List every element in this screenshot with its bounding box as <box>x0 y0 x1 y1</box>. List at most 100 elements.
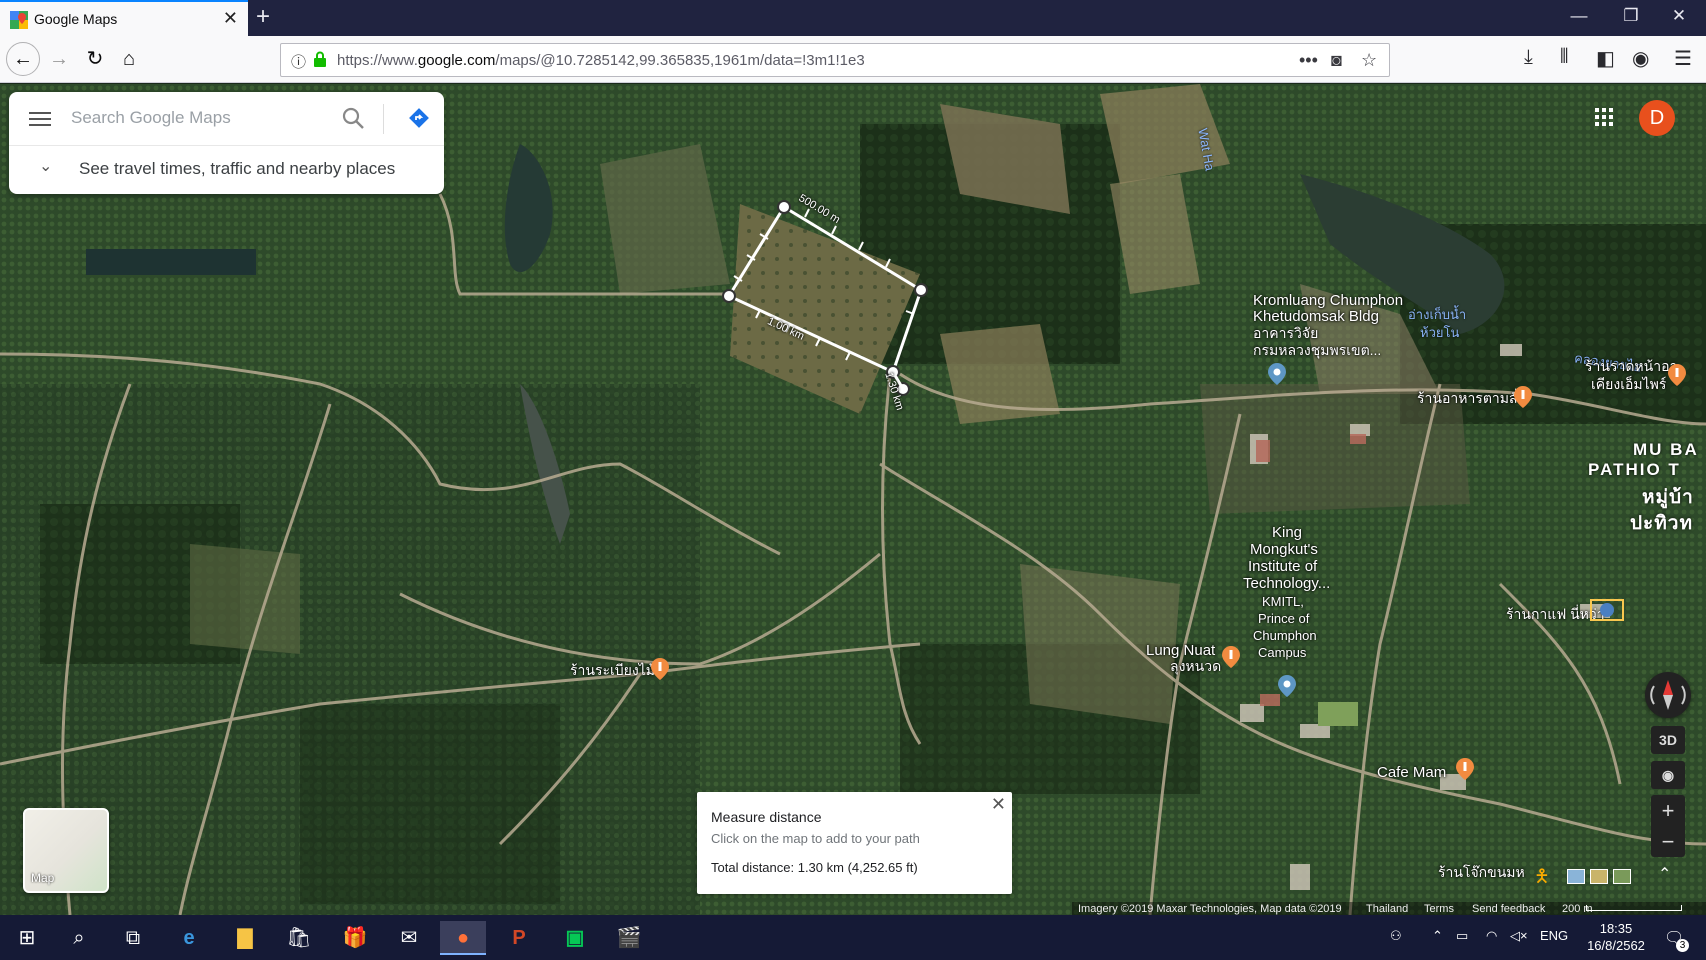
people-icon[interactable]: ⚇ <box>1390 928 1402 944</box>
windows-taskbar: ⊞ ⌕ ⧉ e ▇ 🛍 🎁 ✉ ● P ▣ 🎬 ⚇ ⌃ ▭ ◠ ◁× ENG 1… <box>0 915 1706 960</box>
terms-link[interactable]: Terms <box>1424 903 1454 915</box>
forward-button[interactable]: → <box>44 44 74 74</box>
store-icon[interactable]: 🛍 <box>276 921 322 955</box>
compass-icon <box>1650 680 1686 710</box>
imagery-credit: Imagery ©2019 Maxar Technologies, Map da… <box>1078 903 1342 915</box>
country-label: Thailand <box>1366 903 1409 915</box>
place-label-line: Campus <box>1258 645 1307 660</box>
window-close-icon[interactable]: ✕ <box>1656 6 1702 26</box>
total-distance: Total distance: 1.30 km (4,252.65 ft) <box>711 860 918 875</box>
travel-times-link[interactable]: See travel times, traffic and nearby pla… <box>79 159 395 179</box>
directions-icon[interactable] <box>407 106 431 130</box>
language-indicator[interactable]: ENG <box>1540 928 1568 943</box>
measure-card-title: Measure distance <box>711 809 822 825</box>
new-tab-button[interactable]: + <box>256 3 270 31</box>
expand-imagery-icon[interactable]: ⌃ <box>1658 864 1671 884</box>
search-input[interactable] <box>69 104 339 132</box>
location-target-icon: ◉ <box>1661 767 1675 783</box>
water-label-huai: ห้วยโน <box>1420 325 1460 340</box>
place-label-line: ร้านอาหารตามสั่ง <box>1417 390 1525 406</box>
page-actions-icon[interactable]: ••• <box>1299 50 1318 71</box>
bookmark-star-icon[interactable]: ☆ <box>1361 50 1377 71</box>
restaurant-pin-icon <box>1668 364 1686 386</box>
place-label-line: Prince of <box>1258 611 1310 626</box>
area-label-thai-2: ปะทิวท <box>1630 513 1693 534</box>
url-text: https://www.google.com/maps/@10.7285142,… <box>337 52 865 69</box>
search-panel: ⌄ See travel times, traffic and nearby p… <box>9 92 444 194</box>
notification-count-badge: 3 <box>1676 939 1689 952</box>
google-apps-icon[interactable] <box>1594 107 1614 127</box>
downloads-icon[interactable]: ⤓ <box>1524 46 1533 69</box>
file-explorer-icon[interactable]: ▇ <box>222 921 268 955</box>
map-layer-toggle[interactable]: Map <box>23 808 109 893</box>
place-label-line: อาคารวิจัย <box>1253 325 1319 341</box>
place-label-line: Chumphon <box>1253 628 1317 643</box>
firefox-taskbar-icon[interactable]: ● <box>440 921 486 955</box>
place-label-line: ร้านราดหน้าอา <box>1585 358 1678 374</box>
powerpoint-icon[interactable]: P <box>496 921 542 955</box>
measure-card-subtitle: Click on the map to add to your path <box>711 831 920 846</box>
imagery-thumb-1[interactable] <box>1567 869 1585 884</box>
mail-icon[interactable]: ✉ <box>386 921 432 955</box>
satellite-map[interactable]: 500.00 m 1.00 km 1.30 km Wat Ha อ่างเก็บ… <box>0 84 1706 915</box>
battery-icon[interactable]: ▭ <box>1456 928 1468 944</box>
minimize-icon[interactable]: — <box>1556 6 1602 26</box>
start-windows-icon[interactable]: ⊞ <box>4 921 50 955</box>
place-label-line: King <box>1271 524 1303 541</box>
wifi-icon[interactable]: ◠ <box>1486 928 1497 944</box>
imagery-thumb-2[interactable] <box>1590 869 1608 884</box>
send-feedback-link[interactable]: Send feedback <box>1472 903 1545 915</box>
tray-chevron-icon[interactable]: ⌃ <box>1432 928 1443 944</box>
compass-control[interactable] <box>1645 672 1691 718</box>
library-icon[interactable]: ⫴ <box>1560 46 1568 69</box>
browser-tab-strip: Google Maps ✕ + — ❐ ✕ <box>0 0 1706 36</box>
zoom-in-button[interactable]: + <box>1651 795 1685 826</box>
imagery-thumb-3[interactable] <box>1613 869 1631 884</box>
tab-close-icon[interactable]: ✕ <box>223 8 238 29</box>
place-label-line: กรมหลวงชุมพรเขต... <box>1253 342 1382 358</box>
place-label-line: Mongkut's <box>1250 541 1318 558</box>
home-button[interactable]: ⌂ <box>114 44 144 74</box>
restaurant-pin-icon <box>651 658 669 680</box>
account-avatar[interactable]: D <box>1639 100 1675 136</box>
tab-title: Google Maps <box>34 11 118 27</box>
browser-tab-google-maps[interactable]: Google Maps ✕ <box>0 0 248 36</box>
restaurant-pin-icon <box>1456 758 1474 780</box>
3d-toggle-button[interactable]: 3D <box>1651 726 1685 754</box>
line-app-icon[interactable]: ▣ <box>552 921 598 955</box>
area-label-pathio: PATHIO T <box>1588 460 1681 479</box>
back-button[interactable]: ← <box>6 42 40 76</box>
video-editor-icon[interactable]: 🎬 <box>606 921 652 955</box>
google-maps-favicon-icon <box>10 11 28 29</box>
volume-muted-icon[interactable]: ◁× <box>1510 928 1528 944</box>
gift-app-icon[interactable]: 🎁 <box>332 921 378 955</box>
task-view-icon[interactable]: ⧉ <box>110 921 156 955</box>
clock-date: 16/8/2562 <box>1587 938 1645 953</box>
navigation-toolbar: ← → ↻ ⌂ ⓘ https://www.google.com/maps/@1… <box>0 36 1706 83</box>
satellite-imagery <box>0 84 1706 915</box>
pegman-street-view-icon[interactable]: 🯅 <box>1534 864 1550 894</box>
place-label-line: Institute of <box>1248 558 1318 575</box>
address-bar[interactable]: ⓘ https://www.google.com/maps/@10.728514… <box>280 43 1390 77</box>
site-info-icon[interactable]: ⓘ <box>291 51 306 72</box>
scale-bar <box>1586 905 1682 911</box>
taskbar-clock[interactable]: 18:35 16/8/2562 <box>1576 920 1656 954</box>
search-panel-divider <box>9 145 444 146</box>
zoom-out-button[interactable]: − <box>1651 826 1685 857</box>
chevron-down-icon[interactable]: ⌄ <box>39 156 52 176</box>
place-label-line: เคียงเอ็มไพร์ <box>1591 376 1667 392</box>
hamburger-menu-icon[interactable]: ☰ <box>1674 46 1692 71</box>
pocket-icon[interactable]: ◙ <box>1331 50 1342 71</box>
taskbar-search-icon[interactable]: ⌕ <box>56 921 102 955</box>
sidebar-icon[interactable]: ◧ <box>1596 46 1615 71</box>
close-measure-icon[interactable]: ✕ <box>991 794 1006 815</box>
restore-icon[interactable]: ❐ <box>1608 6 1654 26</box>
hamburger-menu-icon[interactable] <box>29 108 51 130</box>
edge-browser-icon[interactable]: e <box>166 921 212 955</box>
search-icon[interactable] <box>341 106 365 130</box>
restaurant-pin-icon <box>1514 386 1532 408</box>
place-label-line: ร้านโจ๊กขนมห <box>1438 864 1525 880</box>
account-sync-icon[interactable]: ◉ <box>1632 46 1649 71</box>
reload-button[interactable]: ↻ <box>80 44 110 74</box>
my-location-button[interactable]: ◉ <box>1651 761 1685 789</box>
